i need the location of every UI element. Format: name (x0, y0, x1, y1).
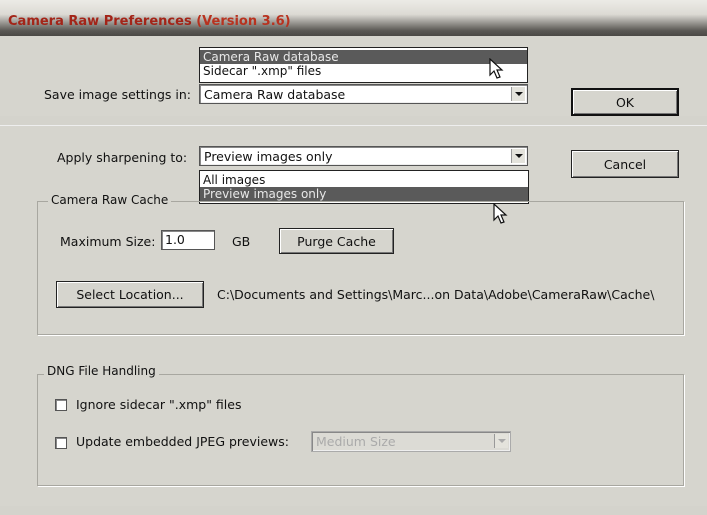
purge-cache-button[interactable]: Purge Cache (279, 228, 394, 254)
cancel-button[interactable]: Cancel (571, 150, 679, 178)
sharpen-option-all[interactable]: All images (200, 173, 528, 187)
mouse-pointer-icon (493, 203, 508, 224)
ignore-sidecar-checkbox[interactable] (55, 399, 67, 411)
save-option-database[interactable]: Camera Raw database (200, 50, 527, 64)
ignore-sidecar-label: Ignore sidecar ".xmp" files (76, 397, 242, 412)
dng-group (37, 374, 684, 486)
sharpening-value: Preview images only (204, 149, 333, 164)
mouse-pointer-icon (489, 58, 504, 79)
update-previews-label: Update embedded JPEG previews: (76, 434, 289, 449)
save-settings-label: Save image settings in: (44, 87, 191, 102)
cache-group-title: Camera Raw Cache (48, 193, 172, 207)
dng-group-title: DNG File Handling (44, 364, 159, 378)
save-settings-select[interactable]: Camera Raw database (199, 84, 528, 104)
update-previews-checkbox[interactable] (55, 437, 67, 449)
max-size-input[interactable]: 1.0 (161, 230, 215, 250)
chevron-down-icon[interactable] (511, 149, 525, 163)
cancel-label: Cancel (603, 156, 647, 172)
preview-size-select[interactable]: Medium Size (311, 431, 511, 452)
save-settings-dropdown: Camera Raw database Sidecar ".xmp" files (199, 47, 528, 83)
version-text: (Version 3.6) (196, 14, 291, 29)
select-location-label: Select Location... (76, 287, 184, 302)
save-settings-value: Camera Raw database (204, 87, 346, 102)
chevron-down-icon[interactable] (494, 434, 508, 448)
cache-path-text: C:\Documents and Settings\Marc...on Data… (217, 287, 655, 302)
sharpening-label: Apply sharpening to: (57, 150, 188, 165)
sharpening-dropdown: All images Preview images only (199, 170, 529, 204)
sharpen-option-preview[interactable]: Preview images only (200, 187, 528, 201)
select-location-button[interactable]: Select Location... (56, 281, 204, 308)
preview-size-value: Medium Size (316, 434, 396, 449)
cache-group (37, 201, 684, 335)
sharpening-select[interactable]: Preview images only (199, 146, 528, 166)
size-unit-label: GB (232, 234, 251, 249)
max-size-label: Maximum Size: (60, 234, 156, 249)
chevron-down-icon[interactable] (511, 87, 525, 101)
save-option-sidecar[interactable]: Sidecar ".xmp" files (200, 64, 527, 78)
ok-label: OK (615, 94, 635, 110)
purge-cache-label: Purge Cache (297, 233, 376, 249)
ok-button[interactable]: OK (571, 88, 679, 116)
title-text: Camera Raw Preferences (8, 14, 192, 29)
dialog-title: Camera Raw Preferences (Version 3.6) (8, 14, 291, 29)
